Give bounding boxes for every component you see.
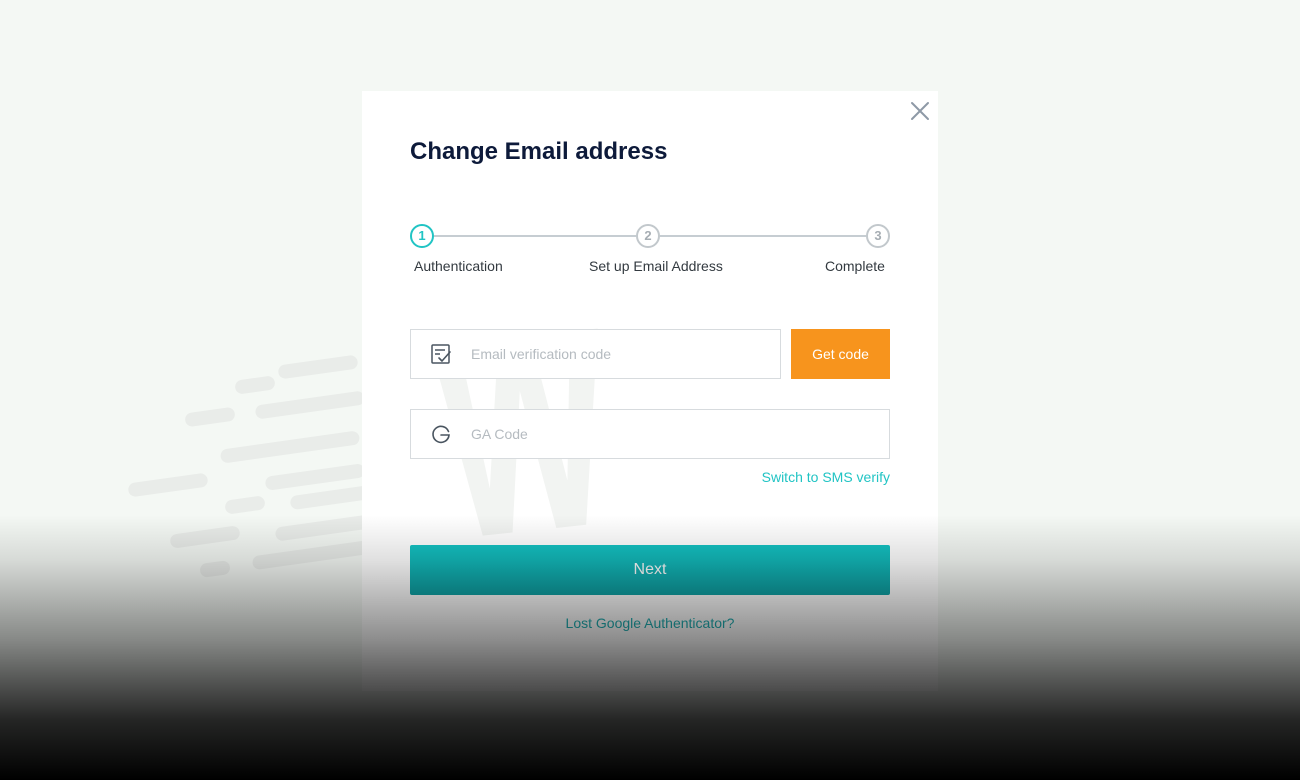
step-connector xyxy=(434,235,636,237)
step-connector xyxy=(660,235,866,237)
email-code-input[interactable] xyxy=(471,331,780,377)
wallet-center-watermark xyxy=(430,328,598,536)
step-1-label: Authentication xyxy=(414,258,503,274)
step-2-label: Set up Email Address xyxy=(589,258,723,274)
modal-title: Change Email address xyxy=(410,138,668,165)
switch-to-sms-link[interactable]: Switch to SMS verify xyxy=(762,469,890,485)
email-verify-icon xyxy=(411,330,471,378)
ga-code-field xyxy=(410,409,890,459)
lost-authenticator-link[interactable]: Lost Google Authenticator? xyxy=(362,615,938,631)
progress-stepper: 1 2 3 Authentication Set up Email Addres… xyxy=(410,223,890,283)
ga-code-input[interactable] xyxy=(471,411,889,457)
get-code-button[interactable]: Get code xyxy=(791,329,890,379)
change-email-modal: Change Email address 1 2 3 Authenticatio… xyxy=(362,91,938,691)
google-icon xyxy=(411,410,471,458)
next-button[interactable]: Next xyxy=(410,545,890,595)
step-3-label: Complete xyxy=(825,258,885,274)
step-2-indicator: 2 xyxy=(636,224,660,248)
step-1-indicator: 1 xyxy=(410,224,434,248)
watermark-speed-lines xyxy=(128,355,385,578)
step-3-indicator: 3 xyxy=(866,224,890,248)
email-code-field xyxy=(410,329,781,379)
